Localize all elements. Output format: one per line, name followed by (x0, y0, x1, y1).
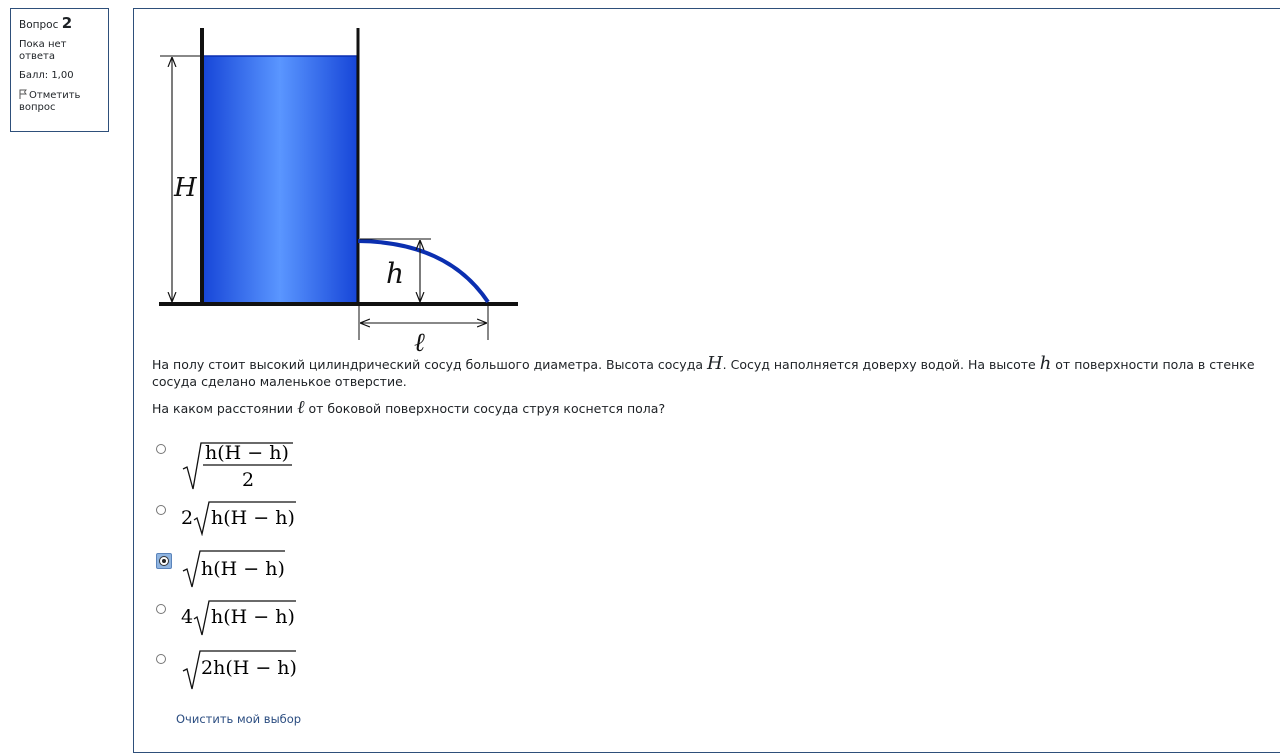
option-5-radio[interactable] (156, 654, 166, 664)
option-4-formula: 4 h(H − h) (181, 600, 296, 636)
answer-option-2[interactable]: 2 h(H − h) (156, 500, 316, 536)
option-4-radicand: h(H − h) (211, 606, 295, 628)
question-prompt: На каком расстоянии ℓ от боковой поверхн… (152, 397, 666, 418)
option-2-radicand: h(H − h) (211, 507, 295, 529)
question-grade: Балл: 1,00 (19, 70, 74, 81)
option-2-radio[interactable] (156, 505, 166, 515)
question-number: Вопрос 2 (19, 14, 73, 32)
option-4-coefficient: 4 (181, 606, 193, 628)
option-3-radio-selected[interactable] (156, 553, 172, 569)
flag-question-link[interactable]: Отметить вопрос (19, 89, 100, 114)
question-info-panel: Вопрос 2 Пока нет ответа Балл: 1,00 Отме… (10, 8, 109, 132)
var-H: H (706, 353, 723, 374)
water-jet (357, 239, 490, 304)
option-1-radio[interactable] (156, 444, 166, 454)
question-state: Пока нет ответа (19, 39, 67, 62)
flag-question-label: Отметить вопрос (19, 90, 81, 113)
water (202, 55, 358, 305)
var-l: ℓ (297, 397, 305, 418)
option-5-formula: 2h(H − h) (182, 650, 297, 690)
option-3-radicand: h(H − h) (201, 558, 285, 580)
option-1-numerator: h(H − h) (205, 442, 289, 464)
answer-option-3[interactable]: h(H − h) (156, 549, 316, 589)
answer-option-4[interactable]: 4 h(H − h) (156, 599, 316, 636)
option-1-formula: h(H − h) 2 (182, 442, 293, 491)
h-label: h (386, 257, 404, 290)
question-statement: На полу стоит высокий цилиндрический сос… (152, 353, 1255, 390)
option-5-radicand: 2h(H − h) (201, 657, 297, 679)
option-2-coefficient: 2 (181, 507, 193, 529)
question-text: На полу стоит высокий цилиндрический сос… (152, 355, 1262, 426)
answer-option-1[interactable]: h(H − h) 2 (156, 441, 316, 493)
option-3-formula: h(H − h) (182, 550, 285, 588)
l-label: ℓ (414, 328, 425, 353)
answer-option-5[interactable]: 2h(H − h) (156, 649, 316, 690)
question-content: H h ℓ На полу стоит высокий цилиндрическ… (133, 8, 1280, 753)
clear-choice-link[interactable]: Очистить мой выбор (176, 712, 301, 726)
option-4-radio[interactable] (156, 604, 166, 614)
var-h: h (1039, 353, 1052, 374)
option-2-formula: 2 h(H − h) (181, 501, 296, 536)
option-1-denominator: 2 (242, 469, 254, 491)
vessel-diagram: H h ℓ (159, 28, 518, 353)
flag-icon (19, 89, 27, 99)
H-label: H (173, 173, 198, 203)
